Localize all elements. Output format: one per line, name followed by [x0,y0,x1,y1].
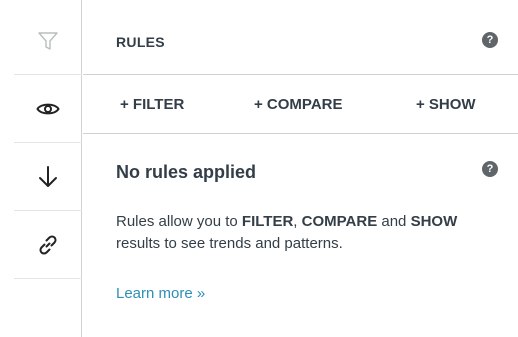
empty-state-title: No rules applied [116,162,257,182]
panel-title: RULES [116,34,165,50]
sidebar-share-link-button[interactable] [14,211,82,279]
add-show-button[interactable]: + SHOW [416,96,476,113]
sidebar-filter-button[interactable] [14,8,82,75]
learn-more-link[interactable]: Learn more » [116,285,205,302]
help-icon[interactable]: ? [482,32,498,48]
link-icon [39,234,57,255]
add-filter-button[interactable]: + FILTER [120,96,184,113]
arrow-down-icon [39,165,57,187]
eye-icon [36,103,60,114]
rules-header: RULES ? [83,8,518,75]
sidebar-download-button[interactable] [14,143,82,211]
sidebar-view-button[interactable] [14,75,82,143]
rules-panel: RULES ? + FILTER + COMPARE + SHOW No rul… [83,0,518,337]
sidebar [0,0,82,337]
add-compare-button[interactable]: + COMPARE [254,96,342,113]
filter-icon [38,32,58,50]
help-icon[interactable]: ? [482,161,498,177]
empty-state: No rules applied ? Rules allow you to FI… [83,135,518,337]
empty-state-description: Rules allow you to FILTER, COMPARE and S… [116,213,458,252]
rules-actions: + FILTER + COMPARE + SHOW [83,76,518,134]
